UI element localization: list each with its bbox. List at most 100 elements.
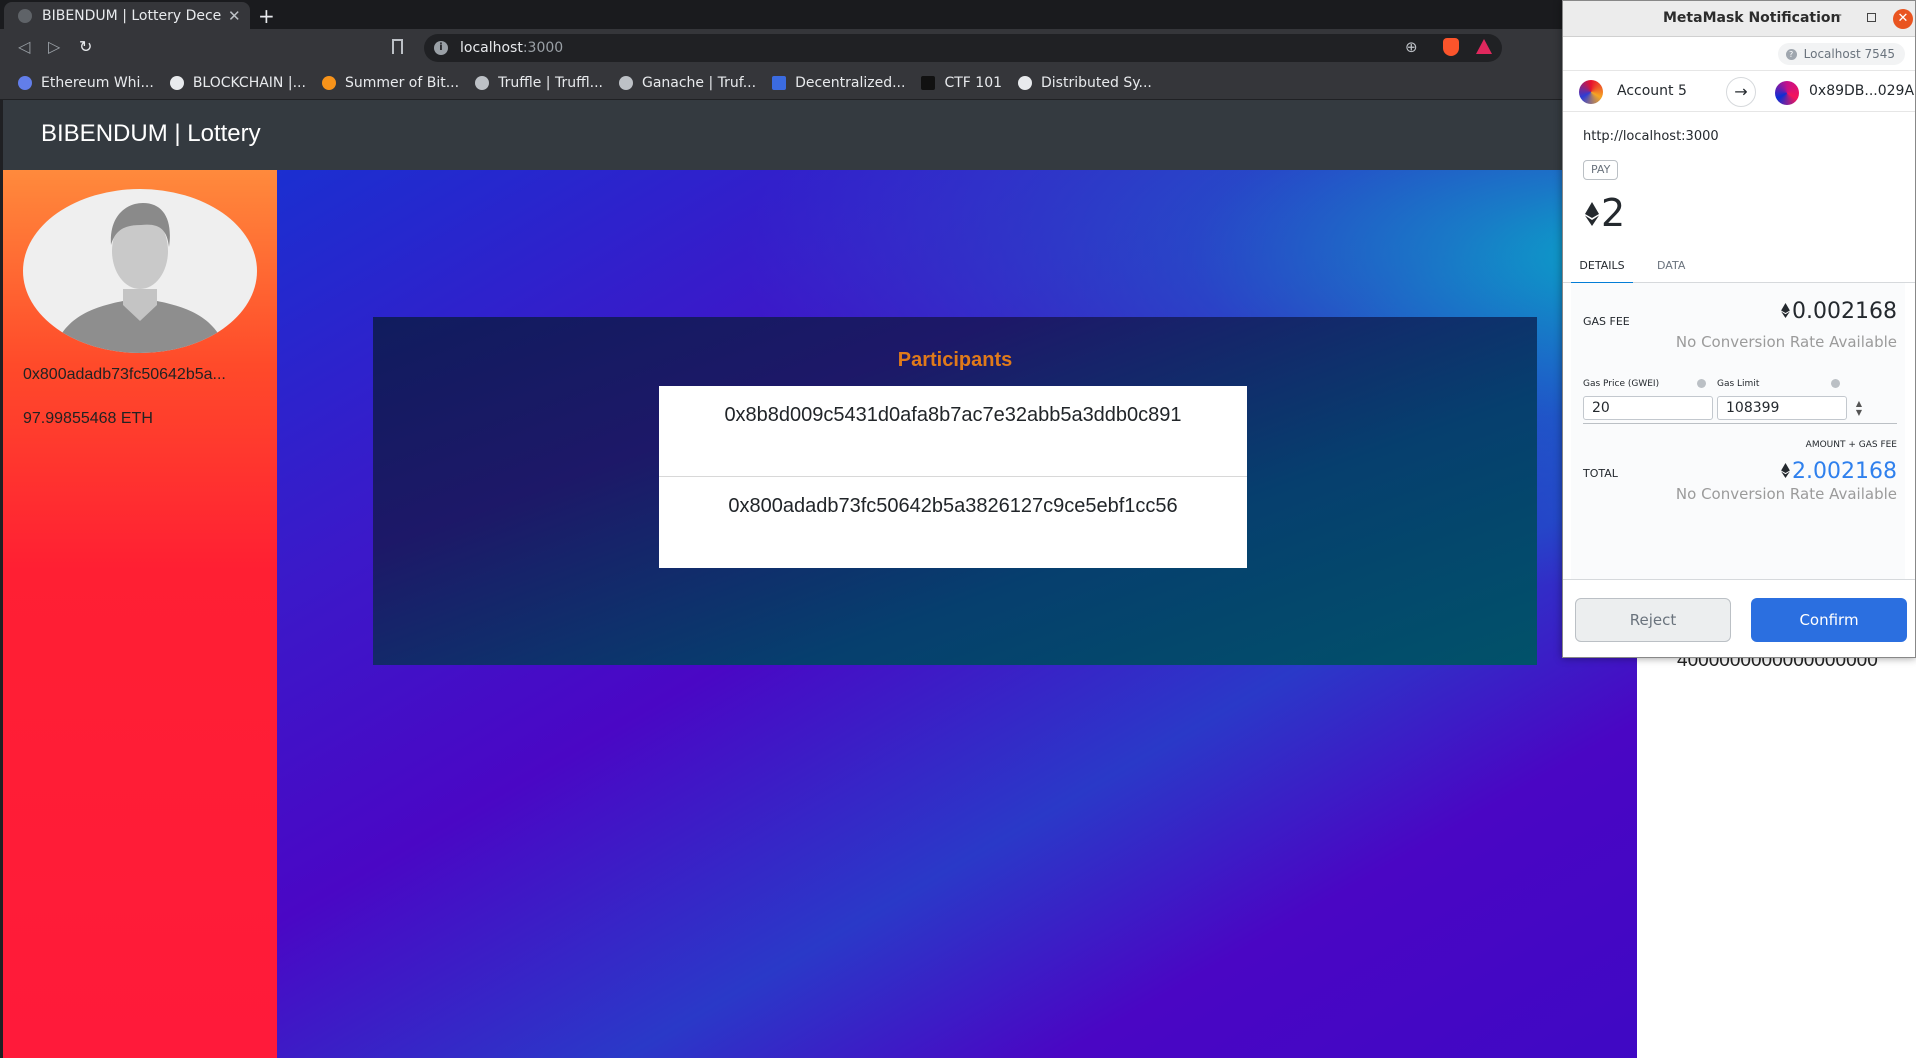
bookmark-item[interactable]: Ethereum Whi... — [18, 75, 154, 91]
participants-list: 0x8b8d009c5431d0afa8b7ac7e32abb5a3ddb0c8… — [659, 386, 1247, 568]
url-host: localhost — [460, 40, 523, 56]
brave-rewards-icon[interactable] — [1476, 39, 1492, 54]
book-icon — [921, 76, 936, 90]
bitcoin-icon — [321, 76, 336, 90]
brave-shields-icon[interactable] — [1443, 38, 1459, 56]
action-footer: Reject Confirm — [1563, 579, 1915, 657]
browser-tab[interactable]: BIBENDUM | Lottery Dece ✕ — [4, 2, 250, 29]
bookmark-item[interactable]: Summer of Bit... — [321, 75, 460, 91]
tx-amount: 2 — [1585, 191, 1625, 235]
globe-icon — [1018, 76, 1033, 90]
bookmark-label: BLOCKCHAIN |... — [192, 75, 306, 91]
sender-recipient-row: Account 5 → 0x89DB...029A — [1563, 71, 1915, 112]
bookmark-label: Decentralized... — [795, 75, 906, 91]
bookmark-label: Ganache | Truf... — [641, 75, 757, 91]
ethereum-icon — [18, 76, 32, 90]
tx-details-panel: GAS FEE 0.002168 No Conversion Rate Avai… — [1571, 283, 1905, 583]
metamask-titlebar: MetaMask Notification – ✕ — [1563, 1, 1915, 37]
info-icon[interactable] — [1831, 379, 1840, 388]
recipient-address[interactable]: 0x89DB...029A — [1809, 83, 1914, 99]
avatar — [23, 189, 257, 353]
metamask-window: MetaMask Notification – ✕ ? Localhost 75… — [1562, 0, 1916, 658]
truffle-icon — [475, 76, 490, 90]
reject-button[interactable]: Reject — [1575, 598, 1731, 642]
sender-identicon — [1579, 80, 1603, 104]
tab-details[interactable]: DETAILS — [1571, 259, 1633, 284]
tx-origin: http://localhost:3000 — [1583, 129, 1719, 144]
bookmark-icon[interactable] — [392, 39, 403, 54]
globe-icon — [169, 76, 184, 90]
participants-card: Participants 0x8b8d009c5431d0afa8b7ac7e3… — [373, 317, 1537, 665]
network-status-icon: ? — [1785, 48, 1797, 60]
bookmark-label: CTF 101 — [944, 75, 1003, 91]
list-item: 0x800adadb73fc50642b5a3826127c9ce5ebf1cc… — [728, 495, 1178, 517]
maximize-icon[interactable] — [1867, 13, 1876, 22]
ether-icon — [1585, 191, 1599, 235]
main-content: Participants 0x8b8d009c5431d0afa8b7ac7e3… — [277, 170, 1637, 1058]
window-title: MetaMask Notification — [1663, 10, 1841, 26]
arrow-right-icon: → — [1726, 77, 1756, 107]
recipient-identicon — [1775, 81, 1799, 105]
user-silhouette-icon — [53, 203, 227, 353]
minimize-icon[interactable]: – — [1835, 7, 1842, 23]
gas-limit-value: 108399 — [1726, 400, 1780, 416]
amount-gas-label: AMOUNT + GAS FEE — [1805, 440, 1897, 450]
forward-icon[interactable]: ▷ — [48, 37, 60, 56]
gas-fee-amount: 0.002168 — [1792, 299, 1897, 324]
total-conversion: No Conversion Rate Available — [1675, 485, 1897, 503]
dt-icon — [772, 76, 787, 90]
tab-title: BIBENDUM | Lottery Dece — [42, 7, 222, 24]
tx-type-badge: PAY — [1583, 160, 1619, 180]
gas-limit-input[interactable]: 108399 ▲ ▼ — [1717, 396, 1862, 420]
gas-fee-label: GAS FEE — [1583, 315, 1630, 328]
bookmark-label: Summer of Bit... — [344, 75, 460, 91]
bookmark-item[interactable]: CTF 101 — [921, 75, 1002, 91]
account-balance: 97.99855468 ETH — [23, 410, 153, 427]
network-row: ? Localhost 7545 — [1563, 37, 1915, 71]
total-amount: 2.002168 — [1792, 459, 1897, 484]
app-brand[interactable]: BIBENDUM | Lottery — [41, 120, 261, 148]
network-indicator[interactable]: ? Localhost 7545 — [1777, 43, 1905, 65]
bookmark-label: Distributed Sy... — [1041, 75, 1152, 91]
bookmark-item[interactable]: Decentralized... — [772, 75, 905, 91]
account-address: 0x800adadb73fc50642b5a... — [23, 366, 226, 383]
bookmark-item[interactable]: Ganache | Truf... — [618, 75, 757, 91]
reload-icon[interactable]: ↻ — [79, 37, 92, 56]
confirm-button[interactable]: Confirm — [1751, 598, 1907, 642]
bookmark-label: Truffle | Truffl... — [498, 75, 603, 91]
globe-icon — [18, 8, 32, 23]
bookmark-label: Ethereum Whi... — [41, 75, 154, 91]
gas-fee-conversion: No Conversion Rate Available — [1675, 333, 1897, 351]
bookmark-item[interactable]: Distributed Sy... — [1018, 75, 1152, 91]
url-port: :3000 — [522, 40, 564, 56]
zoom-icon[interactable]: ⊕ — [1405, 38, 1418, 56]
gas-price-value: 20 — [1592, 400, 1610, 416]
new-tab-button[interactable]: + — [258, 4, 275, 28]
close-tab-icon[interactable]: ✕ — [228, 7, 241, 25]
gas-fee-value: 0.002168 — [1781, 299, 1897, 324]
ether-icon — [1781, 299, 1790, 324]
gas-limit-label: Gas Limit — [1717, 379, 1760, 389]
back-icon[interactable]: ◁ — [18, 37, 30, 56]
address-bar[interactable]: i localhost:3000 — [424, 34, 1502, 62]
close-window-icon[interactable]: ✕ — [1893, 9, 1913, 29]
site-info-icon[interactable]: i — [434, 41, 448, 55]
ether-icon — [1781, 459, 1790, 484]
tx-amount-value: 2 — [1601, 191, 1626, 235]
ganache-icon — [618, 76, 633, 90]
bookmark-item[interactable]: Truffle | Truffl... — [475, 75, 603, 91]
tab-data[interactable]: DATA — [1657, 259, 1685, 272]
total-label: TOTAL — [1583, 467, 1618, 480]
list-item: 0x8b8d009c5431d0afa8b7ac7e32abb5a3ddb0c8… — [659, 386, 1247, 477]
divider — [1583, 423, 1897, 424]
sender-account-name: Account 5 — [1617, 83, 1687, 99]
bookmark-item[interactable]: BLOCKCHAIN |... — [169, 75, 306, 91]
account-sidebar: 0x800adadb73fc50642b5a... 97.99855468 ET… — [3, 170, 277, 1058]
total-value: 2.002168 — [1781, 459, 1897, 484]
stepper-icon[interactable]: ▲▼ — [1856, 399, 1862, 417]
info-icon[interactable] — [1697, 379, 1706, 388]
network-name: Localhost 7545 — [1803, 47, 1895, 61]
gas-price-label: Gas Price (GWEI) — [1583, 379, 1660, 389]
tx-tabs: DETAILS DATA — [1563, 247, 1915, 284]
gas-price-input[interactable]: 20 ▲▼ — [1583, 396, 1728, 420]
